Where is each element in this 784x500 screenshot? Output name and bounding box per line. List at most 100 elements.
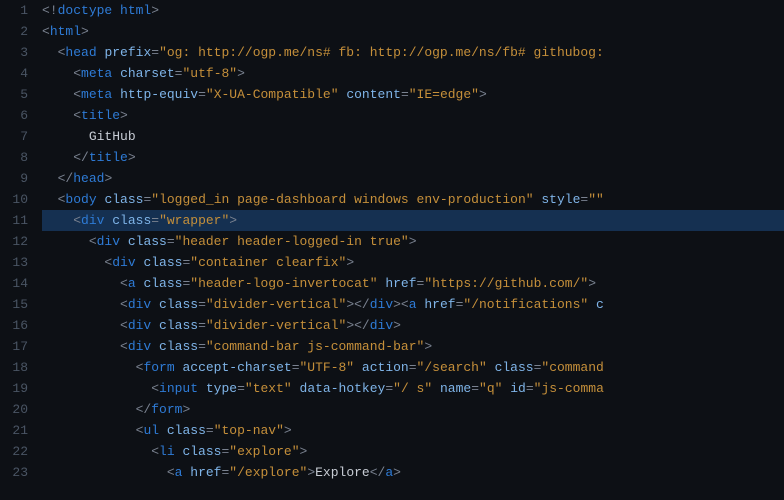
token-attr: type <box>206 381 237 396</box>
token-punc: = <box>237 381 245 396</box>
code-content[interactable]: <!doctype html><html> <head prefix="og: … <box>42 0 784 500</box>
token-attr: href <box>385 276 416 291</box>
token-punc: = <box>198 87 206 102</box>
token-tag: body <box>65 192 96 207</box>
token-attr: accept-charset <box>182 360 291 375</box>
token-str: "top-nav" <box>214 423 284 438</box>
code-line[interactable]: <title> <box>42 105 784 126</box>
token-txt <box>151 339 159 354</box>
token-punc: < <box>167 465 175 480</box>
token-attr: class <box>495 360 534 375</box>
token-punc: < <box>120 339 128 354</box>
token-str: "text" <box>245 381 292 396</box>
token-attr: http-equiv <box>120 87 198 102</box>
token-tag: title <box>81 108 120 123</box>
token-str: "logged_in page-dashboard windows env-pr… <box>151 192 533 207</box>
line-number: 16 <box>0 315 28 336</box>
code-line[interactable]: <meta http-equiv="X-UA-Compatible" conte… <box>42 84 784 105</box>
token-txt <box>487 360 495 375</box>
token-punc: > <box>393 318 401 333</box>
code-line[interactable]: <div class="wrapper"> <box>42 210 784 231</box>
code-line[interactable]: <div class="command-bar js-command-bar"> <box>42 336 784 357</box>
code-line[interactable]: <div class="container clearfix"> <box>42 252 784 273</box>
token-punc: > <box>237 66 245 81</box>
token-punc: = <box>292 360 300 375</box>
code-line[interactable]: <div class="divider-vertical"></div> <box>42 315 784 336</box>
line-number: 3 <box>0 42 28 63</box>
code-line[interactable]: </form> <box>42 399 784 420</box>
code-line[interactable]: <html> <box>42 21 784 42</box>
token-tag: form <box>151 402 182 417</box>
line-number: 7 <box>0 126 28 147</box>
token-tag: div <box>370 297 393 312</box>
code-line[interactable]: <a href="/explore">Explore</a> <box>42 462 784 483</box>
code-line[interactable]: GitHub <box>42 126 784 147</box>
code-line[interactable]: <form accept-charset="UTF-8" action="/se… <box>42 357 784 378</box>
token-punc: </ <box>370 465 386 480</box>
token-txt <box>151 318 159 333</box>
token-punc: > <box>479 87 487 102</box>
line-number: 23 <box>0 462 28 483</box>
token-txt <box>432 381 440 396</box>
token-punc: < <box>151 444 159 459</box>
line-number: 2 <box>0 21 28 42</box>
code-line[interactable]: </head> <box>42 168 784 189</box>
token-attr: class <box>159 318 198 333</box>
token-str: "header header-logged-in true" <box>175 234 409 249</box>
code-line[interactable]: <ul class="top-nav"> <box>42 420 784 441</box>
token-str: "container clearfix" <box>190 255 346 270</box>
token-punc: >< <box>393 297 409 312</box>
code-line[interactable]: <meta charset="utf-8"> <box>42 63 784 84</box>
token-punc: = <box>385 381 393 396</box>
token-punc: < <box>73 87 81 102</box>
code-line[interactable]: <div class="header header-logged-in true… <box>42 231 784 252</box>
token-punc: > <box>284 423 292 438</box>
token-punc: < <box>73 108 81 123</box>
token-tag: head <box>73 171 104 186</box>
token-str: "explore" <box>229 444 299 459</box>
token-str: "/search" <box>417 360 487 375</box>
token-punc: > <box>229 213 237 228</box>
code-line[interactable]: <input type="text" data-hotkey="/ s" nam… <box>42 378 784 399</box>
code-line[interactable]: <head prefix="og: http://ogp.me/ns# fb: … <box>42 42 784 63</box>
token-txt <box>112 66 120 81</box>
code-line[interactable]: <!doctype html> <box>42 0 784 21</box>
code-line[interactable]: <div class="divider-vertical"></div><a h… <box>42 294 784 315</box>
token-punc: = <box>198 297 206 312</box>
token-punc: < <box>120 297 128 312</box>
code-line[interactable]: <li class="explore"> <box>42 441 784 462</box>
token-tag: div <box>128 339 151 354</box>
token-punc: > <box>588 276 596 291</box>
token-punc: > <box>300 444 308 459</box>
token-punc: ></ <box>346 297 369 312</box>
token-punc: < <box>151 381 159 396</box>
token-tag: div <box>128 318 151 333</box>
token-punc: > <box>120 108 128 123</box>
token-txt <box>198 381 206 396</box>
code-line[interactable]: </title> <box>42 147 784 168</box>
token-str: "/notifications" <box>463 297 588 312</box>
line-number: 18 <box>0 357 28 378</box>
token-tag: meta <box>81 66 112 81</box>
token-attr: id <box>510 381 526 396</box>
token-punc: = <box>206 423 214 438</box>
token-tag: ul <box>143 423 159 438</box>
token-punc: ></ <box>346 318 369 333</box>
token-attr: href <box>190 465 221 480</box>
token-str: "/ s" <box>393 381 432 396</box>
token-str: "wrapper" <box>159 213 229 228</box>
token-punc: </ <box>136 402 152 417</box>
token-punc: > <box>81 24 89 39</box>
token-tag: doctype html <box>58 3 152 18</box>
token-str: "/explore" <box>229 465 307 480</box>
token-txt <box>120 234 128 249</box>
token-str: "q" <box>479 381 502 396</box>
code-line[interactable]: <a class="header-logo-invertocat" href="… <box>42 273 784 294</box>
code-editor[interactable]: 1234567891011121314151617181920212223 <!… <box>0 0 784 500</box>
token-punc: </ <box>73 150 89 165</box>
token-punc: <! <box>42 3 58 18</box>
token-tag: div <box>97 234 120 249</box>
code-line[interactable]: <body class="logged_in page-dashboard wi… <box>42 189 784 210</box>
token-punc: = <box>167 234 175 249</box>
token-tag: li <box>159 444 175 459</box>
